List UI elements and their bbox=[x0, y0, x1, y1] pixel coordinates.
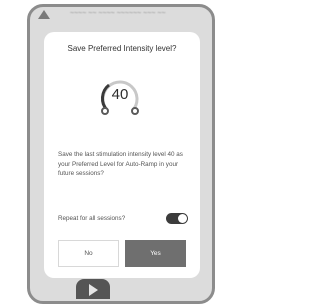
save-intensity-dialog: Save Preferred Intensity level? 40 Save … bbox=[44, 32, 200, 278]
bottom-play-control[interactable] bbox=[76, 279, 110, 299]
repeat-toggle[interactable] bbox=[166, 213, 188, 224]
repeat-row: Repeat for all sessions? bbox=[58, 212, 188, 226]
yes-button[interactable]: Yes bbox=[125, 240, 186, 267]
top-bar: ~~~~ ~~ ~~~~ ~~~~~~ ~~~ ~~ bbox=[30, 7, 212, 25]
dialog-buttons: No Yes bbox=[58, 240, 186, 267]
play-icon bbox=[89, 284, 98, 296]
gauge-min-knob bbox=[101, 107, 109, 115]
repeat-label: Repeat for all sessions? bbox=[58, 215, 126, 222]
intensity-gauge: 40 bbox=[95, 72, 145, 122]
home-icon[interactable] bbox=[38, 10, 50, 19]
device-frame: ~~~~ ~~ ~~~~ ~~~~~~ ~~~ ~~ Save Preferre… bbox=[27, 4, 215, 304]
dialog-message: Save the last stimulation intensity leve… bbox=[58, 151, 183, 177]
no-button[interactable]: No bbox=[58, 240, 119, 267]
intensity-value: 40 bbox=[111, 86, 129, 103]
dialog-title: Save Preferred Intensity level? bbox=[67, 44, 177, 53]
toggle-thumb bbox=[178, 214, 187, 223]
header-text: ~~~~ ~~ ~~~~ ~~~~~~ ~~~ ~~ bbox=[70, 10, 166, 17]
gauge-max-knob bbox=[131, 107, 139, 115]
